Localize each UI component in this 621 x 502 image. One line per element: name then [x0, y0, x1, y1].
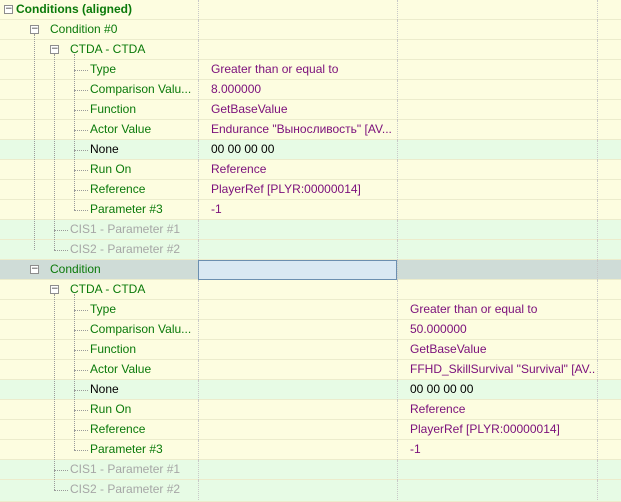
field-label-type: Type	[90, 302, 117, 316]
field-value-none[interactable]: 00 00 00 00	[211, 140, 396, 159]
field-value-none[interactable]: 00 00 00 00	[410, 380, 595, 399]
field-value-comparison[interactable]: 50.000000	[410, 320, 595, 339]
field-label-type: Type	[90, 62, 117, 76]
field-value-run-on[interactable]: Reference	[211, 160, 396, 179]
field-row-actor-value-1[interactable]: Actor Value FFHD_SkillSurvival "Survival…	[0, 360, 621, 380]
field-label-none: None	[90, 142, 119, 156]
cis1-label: CIS1 - Parameter #1	[70, 462, 181, 476]
field-row-function-0[interactable]: Function GetBaseValue	[0, 100, 621, 120]
field-label-run-on: Run On	[90, 162, 132, 176]
field-label-run-on: Run On	[90, 402, 132, 416]
field-label-actor-value: Actor Value	[90, 362, 152, 376]
tree-row-condition-1[interactable]: − Condition	[0, 260, 621, 280]
collapse-icon[interactable]: −	[4, 5, 13, 14]
field-row-parameter3-1[interactable]: Parameter #3 -1	[0, 440, 621, 460]
collapse-icon[interactable]: −	[50, 285, 59, 294]
field-value-type[interactable]: Greater than or equal to	[211, 60, 396, 79]
field-row-function-1[interactable]: Function GetBaseValue	[0, 340, 621, 360]
field-value-run-on[interactable]: Reference	[410, 400, 595, 419]
field-row-type-1[interactable]: Type Greater than or equal to	[0, 300, 621, 320]
field-row-type-0[interactable]: Type Greater than or equal to	[0, 60, 621, 80]
field-row-reference-1[interactable]: Reference PlayerRef [PLYR:00000014]	[0, 420, 621, 440]
collapse-icon[interactable]: −	[50, 45, 59, 54]
field-label-comparison: Comparison Valu...	[90, 82, 192, 96]
field-label-actor-value: Actor Value	[90, 122, 152, 136]
field-value-actor-value[interactable]: FFHD_SkillSurvival "Survival" [AV...	[410, 360, 595, 379]
tree-row-ctda-0[interactable]: − CTDA - CTDA	[0, 40, 621, 60]
field-row-run-on-0[interactable]: Run On Reference	[0, 160, 621, 180]
field-row-run-on-1[interactable]: Run On Reference	[0, 400, 621, 420]
field-row-comparison-1[interactable]: Comparison Valu... 50.000000	[0, 320, 621, 340]
field-row-comparison-0[interactable]: Comparison Valu... 8.000000	[0, 80, 621, 100]
cis2-label: CIS2 - Parameter #2	[70, 242, 181, 256]
field-label-reference: Reference	[90, 422, 146, 436]
tree-row-cis1-1[interactable]: CIS1 - Parameter #1	[0, 460, 621, 480]
tree-row-cis2-1[interactable]: CIS2 - Parameter #2	[0, 480, 621, 502]
field-label-parameter3: Parameter #3	[90, 442, 163, 456]
field-label-function: Function	[90, 342, 137, 356]
field-row-none-1[interactable]: None 00 00 00 00	[0, 380, 621, 400]
collapse-icon[interactable]: −	[30, 265, 39, 274]
record-tree: − Conditions (aligned) − Condition #0 − …	[0, 0, 621, 502]
field-value-parameter3[interactable]: -1	[211, 200, 396, 219]
field-label-reference: Reference	[90, 182, 146, 196]
tree-row-condition-0[interactable]: − Condition #0	[0, 20, 621, 40]
field-value-reference[interactable]: PlayerRef [PLYR:00000014]	[211, 180, 396, 199]
tree-row-ctda-1[interactable]: − CTDA - CTDA	[0, 280, 621, 300]
tree-row-cis1-0[interactable]: CIS1 - Parameter #1	[0, 220, 621, 240]
field-value-type[interactable]: Greater than or equal to	[410, 300, 595, 319]
cis1-label: CIS1 - Parameter #1	[70, 222, 181, 236]
field-row-actor-value-0[interactable]: Actor Value Endurance "Выносливость" [AV…	[0, 120, 621, 140]
condition-1-label: Condition	[50, 262, 101, 276]
tree-row-root[interactable]: − Conditions (aligned)	[0, 0, 621, 20]
field-label-function: Function	[90, 102, 137, 116]
field-label-parameter3: Parameter #3	[90, 202, 163, 216]
cis2-label: CIS2 - Parameter #2	[70, 482, 181, 496]
field-value-reference[interactable]: PlayerRef [PLYR:00000014]	[410, 420, 595, 439]
tree-row-cis2-0[interactable]: CIS2 - Parameter #2	[0, 240, 621, 260]
field-label-comparison: Comparison Valu...	[90, 322, 192, 336]
field-row-parameter3-0[interactable]: Parameter #3 -1	[0, 200, 621, 220]
field-row-reference-0[interactable]: Reference PlayerRef [PLYR:00000014]	[0, 180, 621, 200]
field-label-none: None	[90, 382, 119, 396]
ctda-1-label: CTDA - CTDA	[70, 282, 146, 296]
field-value-comparison[interactable]: 8.000000	[211, 80, 396, 99]
field-value-function[interactable]: GetBaseValue	[410, 340, 595, 359]
field-row-none-0[interactable]: None 00 00 00 00	[0, 140, 621, 160]
condition-0-label: Condition #0	[50, 22, 118, 36]
ctda-0-label: CTDA - CTDA	[70, 42, 146, 56]
field-value-parameter3[interactable]: -1	[410, 440, 595, 459]
selected-cell[interactable]	[198, 260, 397, 280]
field-value-actor-value[interactable]: Endurance "Выносливость" [AV...	[211, 120, 396, 139]
root-label: Conditions (aligned)	[16, 2, 132, 16]
collapse-icon[interactable]: −	[30, 25, 39, 34]
field-value-function[interactable]: GetBaseValue	[211, 100, 396, 119]
